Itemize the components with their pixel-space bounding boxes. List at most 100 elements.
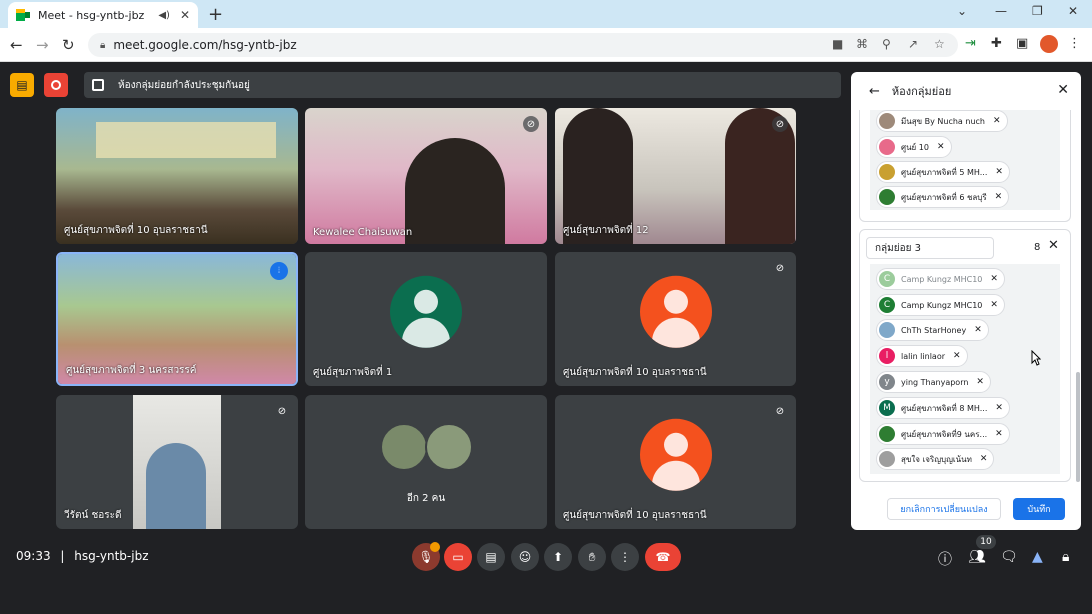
back-arrow-icon[interactable]: ← bbox=[869, 84, 880, 99]
tab-search-icon[interactable]: ⌄ bbox=[957, 4, 967, 18]
extension-icon[interactable]: ⇥ bbox=[965, 36, 976, 51]
side-panel-icon[interactable]: ▣ bbox=[1016, 36, 1028, 51]
participant-chip[interactable]: C Camp Kungz MHC10 ✕ bbox=[876, 294, 1005, 316]
clock: 09:33 bbox=[16, 549, 51, 563]
zoom-icon[interactable]: ⚲ bbox=[882, 37, 891, 51]
bookmark-star-icon[interactable]: ☆ bbox=[934, 37, 945, 51]
remove-participant-icon[interactable]: ✕ bbox=[995, 403, 1003, 413]
host-lock-icon[interactable]: 🔒︎ bbox=[1062, 549, 1069, 565]
browser-tab[interactable]: Meet - hsg-yntb-jbz ◀︎) ✕ bbox=[8, 2, 198, 28]
tab-close-icon[interactable]: ✕ bbox=[180, 8, 190, 22]
participant-chip[interactable]: y ying Thanyaporn ✕ bbox=[876, 371, 991, 393]
panel-scrollbar[interactable] bbox=[1076, 372, 1080, 482]
participant-tile[interactable]: ⊘ ศูนย์สุขภาพจิตที่ 10 อุบลราชธานี bbox=[555, 395, 796, 529]
remove-participant-icon[interactable]: ✕ bbox=[995, 429, 1003, 439]
participant-tile[interactable]: ⊘ Kewalee Chaisuwan bbox=[305, 108, 547, 244]
participant-tile[interactable]: ⊘ ศูนย์สุขภาพจิตที่ 12 bbox=[555, 108, 796, 244]
save-button[interactable]: บันทึก bbox=[1013, 498, 1065, 520]
camera-toggle-button[interactable]: ▭ bbox=[444, 543, 472, 571]
participant-avatar bbox=[425, 423, 473, 471]
participant-avatar: C bbox=[879, 271, 895, 287]
meeting-details-icon[interactable]: ⓘ bbox=[938, 549, 952, 569]
camera-icon[interactable]: ■ bbox=[832, 37, 843, 51]
participant-chip[interactable]: ศูนย์ 10 ✕ bbox=[876, 136, 952, 158]
window-close-icon[interactable]: ✕ bbox=[1068, 4, 1078, 18]
participant-avatar bbox=[390, 275, 462, 348]
captions-button[interactable]: ▤ bbox=[477, 543, 505, 571]
participant-tile[interactable]: ⊘ ศูนย์สุขภาพจิตที่ 10 อุบลราชธานี bbox=[555, 252, 796, 386]
people-count-badge: 10 bbox=[976, 535, 996, 549]
participant-chip[interactable]: มีนสุข By Nucha nuch ✕ bbox=[876, 110, 1008, 132]
participant-chip[interactable]: ศูนย์สุขภาพจิตที่ 6 ชลบุรี ✕ bbox=[876, 186, 1010, 208]
remove-participant-icon[interactable]: ✕ bbox=[990, 274, 998, 284]
participant-chip[interactable]: M ศูนย์สุขภาพจิตที่ 8 MH... ✕ bbox=[876, 397, 1010, 419]
participant-avatar: M bbox=[879, 400, 895, 416]
mic-muted-icon: ⊘ bbox=[274, 403, 290, 419]
video-person bbox=[146, 443, 206, 529]
participant-chip[interactable]: ChTh StarHoney ✕ bbox=[876, 319, 989, 341]
reload-icon[interactable]: ↻ bbox=[62, 36, 75, 54]
reactions-button[interactable]: ☺ bbox=[511, 543, 539, 571]
participant-name: ศูนย์สุขภาพจิตที่ 10 อุบลราชธานี bbox=[563, 367, 707, 378]
people-icon[interactable]: 👥︎ bbox=[968, 549, 986, 565]
participant-chip[interactable]: ศูนย์สุขภาพจิตที่9 นคร... ✕ bbox=[876, 423, 1010, 445]
participant-chip-name: Camp Kungz MHC10 bbox=[901, 274, 983, 284]
participant-chip[interactable]: สุขใจ เจริญบุญเน้นท ✕ bbox=[876, 448, 995, 470]
remove-participant-icon[interactable]: ✕ bbox=[995, 167, 1003, 177]
room-participant-count: 8 bbox=[1034, 242, 1041, 253]
remove-participant-icon[interactable]: ✕ bbox=[974, 325, 982, 335]
participant-tile[interactable]: ⊘ วีรัตน์ ชอระดี bbox=[56, 395, 298, 529]
browser-toolbar: ← → ↻ 🔒︎ meet.google.com/hsg-yntb-jbz ■ … bbox=[0, 28, 1092, 62]
present-button[interactable]: ⬆ bbox=[544, 543, 572, 571]
separator: | bbox=[60, 549, 65, 563]
participant-tile[interactable]: ศูนย์สุขภาพจิตที่ 1 bbox=[305, 252, 547, 386]
forward-icon[interactable]: → bbox=[36, 36, 49, 54]
new-tab-icon[interactable]: + bbox=[208, 4, 223, 25]
remove-participant-icon[interactable]: ✕ bbox=[953, 351, 961, 361]
participant-chip-name: ศูนย์ 10 bbox=[901, 142, 929, 152]
delete-room-icon[interactable]: ✕ bbox=[1048, 238, 1059, 253]
participant-chip[interactable]: ศูนย์สุขภาพจิตที่ 5 MH... ✕ bbox=[876, 161, 1010, 183]
raise-hand-button[interactable]: ✋︎ bbox=[578, 543, 606, 571]
back-icon[interactable]: ← bbox=[10, 36, 23, 54]
host-controls-icon[interactable]: ▤ bbox=[10, 73, 34, 97]
minimize-icon[interactable]: — bbox=[995, 4, 1007, 18]
remove-participant-icon[interactable]: ✕ bbox=[976, 377, 984, 387]
breakout-room-card: มีนสุข By Nucha nuch ✕ ศูนย์ 10 ✕ ศูนย์ส… bbox=[859, 110, 1071, 222]
menu-kebab-icon[interactable]: ⋮ bbox=[1068, 36, 1081, 51]
remove-participant-icon[interactable]: ✕ bbox=[980, 454, 988, 464]
participant-tile[interactable]: ⦙ ศูนย์สุขภาพจิตที่ 3 นครสวรรค์ bbox=[56, 252, 298, 386]
profile-avatar[interactable] bbox=[1040, 35, 1058, 53]
panel-title: ห้องกลุ่มย่อย bbox=[891, 85, 952, 98]
room-name-input[interactable]: กลุ่มย่อย 3 bbox=[866, 237, 994, 259]
restore-icon[interactable]: ❐ bbox=[1032, 4, 1043, 18]
remove-participant-icon[interactable]: ✕ bbox=[993, 116, 1001, 126]
leave-call-button[interactable]: ☎︎ bbox=[645, 543, 681, 571]
panel-close-icon[interactable]: ✕ bbox=[1057, 82, 1069, 98]
participant-chip[interactable]: C Camp Kungz MHC10 ✕ bbox=[876, 268, 1005, 290]
translate-icon[interactable]: ⌘ bbox=[856, 37, 868, 51]
share-icon[interactable]: ↗ bbox=[908, 37, 918, 51]
activities-icon[interactable]: ▲ bbox=[1032, 549, 1043, 565]
remove-participant-icon[interactable]: ✕ bbox=[937, 142, 945, 152]
remove-participant-icon[interactable]: ✕ bbox=[990, 300, 998, 310]
cancel-changes-button[interactable]: ยกเลิกการเปลี่ยนแปลง bbox=[887, 498, 1001, 520]
more-options-button[interactable]: ⋮ bbox=[611, 543, 639, 571]
participant-tile[interactable]: ศูนย์สุขภาพจิตที่ 10 อุบลราชธานี bbox=[56, 108, 298, 244]
video-banner bbox=[96, 122, 276, 158]
address-bar[interactable]: 🔒︎ meet.google.com/hsg-yntb-jbz ■ ⌘ ⚲ ↗ … bbox=[88, 33, 958, 57]
url-text: meet.google.com/hsg-yntb-jbz bbox=[113, 38, 297, 52]
participant-avatar bbox=[879, 189, 895, 205]
remove-participant-icon[interactable]: ✕ bbox=[995, 192, 1003, 202]
breakout-status-bar[interactable]: ห้องกลุ่มย่อยกำลังประชุมกันอยู่ bbox=[84, 72, 841, 98]
puzzle-icon[interactable]: ✚ bbox=[991, 36, 1002, 51]
chat-icon[interactable]: 🗨︎ bbox=[1000, 549, 1018, 565]
participant-chip-name: Camp Kungz MHC10 bbox=[901, 300, 983, 310]
room-name-value: กลุ่มย่อย 3 bbox=[875, 242, 922, 254]
recording-icon[interactable] bbox=[44, 73, 68, 97]
participant-tile[interactable]: อีก 2 คน bbox=[305, 395, 547, 529]
browser-tab-strip: Meet - hsg-yntb-jbz ◀︎) ✕ + ⌄ — ❐ ✕ bbox=[0, 0, 1092, 28]
participant-chip-name: ศูนย์สุขภาพจิตที่ 5 MH... bbox=[901, 167, 988, 177]
tab-audio-icon[interactable]: ◀︎) bbox=[158, 10, 170, 21]
participant-chip[interactable]: l lalin linlaor ✕ bbox=[876, 345, 968, 367]
